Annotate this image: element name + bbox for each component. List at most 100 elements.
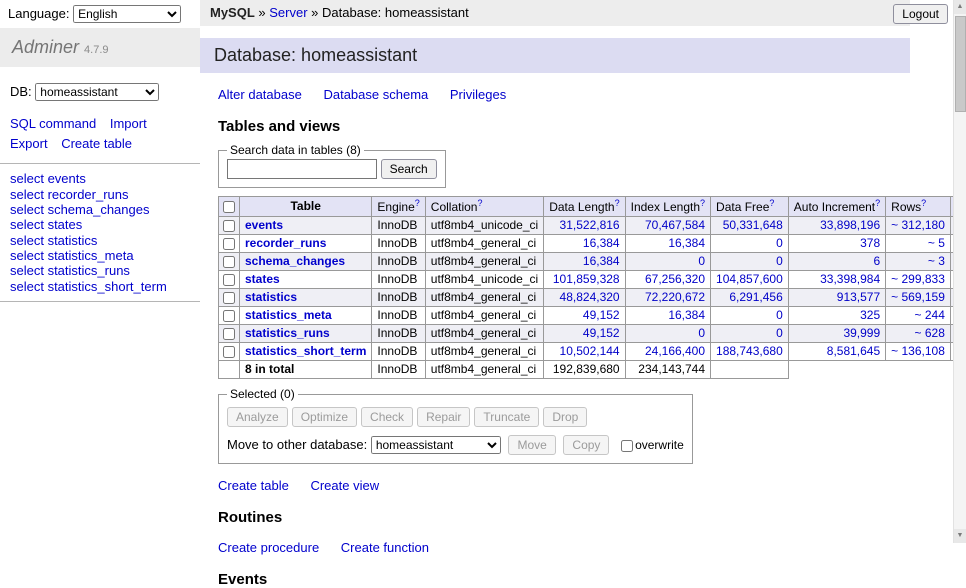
rows-cell: ~ 244: [886, 307, 951, 325]
copy-button[interactable]: Copy: [563, 435, 609, 455]
tables-table: TableEngine?Collation?Data Length?Index …: [218, 196, 966, 379]
index-length-cell: 16,384: [625, 307, 710, 325]
total-data-length-cell: 192,839,680: [544, 361, 625, 379]
total-trailing-empty-cell: [711, 361, 789, 379]
table-name-cell: statistics_short_term: [240, 343, 372, 361]
selected-legend: Selected (0): [227, 387, 298, 401]
engine-cell: InnoDB: [372, 307, 425, 325]
scroll-up-icon[interactable]: ▲: [954, 0, 966, 14]
overwrite-checkbox[interactable]: [621, 440, 633, 452]
search-button[interactable]: Search: [381, 159, 437, 179]
app-name: Adminer: [12, 37, 79, 57]
optimize-button[interactable]: Optimize: [292, 407, 357, 427]
analyze-button[interactable]: Analyze: [227, 407, 288, 427]
sidebar-link-select-statistics-short-term[interactable]: select statistics_short_term: [10, 279, 200, 294]
tables-section-title: Tables and views: [218, 118, 910, 135]
breadcrumb-server[interactable]: Server: [269, 5, 307, 20]
table-link-recorder_runs[interactable]: recorder_runs: [245, 236, 326, 250]
select-all-checkbox[interactable]: [223, 201, 235, 213]
link-create-function[interactable]: Create function: [341, 540, 429, 555]
help-link-collation[interactable]: ?: [477, 198, 482, 208]
data-free-cell: 0: [711, 307, 789, 325]
checkbox-statistics[interactable]: [223, 292, 235, 304]
checkbox-statistics_short_term[interactable]: [223, 346, 235, 358]
data-free-cell: 6,291,456: [711, 289, 789, 307]
sidebar-action-export[interactable]: Export: [10, 136, 48, 151]
collation-cell: utf8mb4_general_ci: [425, 307, 543, 325]
checkbox-states[interactable]: [223, 274, 235, 286]
link-create-procedure[interactable]: Create procedure: [218, 540, 319, 555]
index-length-cell: 24,166,400: [625, 343, 710, 361]
routine-links: Create procedure Create function: [218, 540, 910, 555]
link-create-view[interactable]: Create view: [310, 478, 379, 493]
engine-cell: InnoDB: [372, 253, 425, 271]
checkbox-statistics_meta[interactable]: [223, 310, 235, 322]
sidebar-link-select-recorder-runs[interactable]: select recorder_runs: [10, 187, 200, 202]
help-link-data-length[interactable]: ?: [615, 198, 620, 208]
table-link-schema_changes[interactable]: schema_changes: [245, 254, 345, 268]
help-link-data-free[interactable]: ?: [769, 198, 774, 208]
truncate-button[interactable]: Truncate: [474, 407, 539, 427]
checkbox-schema_changes[interactable]: [223, 256, 235, 268]
index-length-cell: 0: [625, 325, 710, 343]
column-header-index-length: Index Length?: [625, 197, 710, 217]
table-link-statistics_short_term[interactable]: statistics_short_term: [245, 344, 366, 358]
data-length-cell: 49,152: [544, 307, 625, 325]
help-link-rows[interactable]: ?: [921, 198, 926, 208]
overwrite-option[interactable]: overwrite: [619, 438, 684, 452]
data-free-cell: 188,743,680: [711, 343, 789, 361]
sidebar-link-select-schema-changes[interactable]: select schema_changes: [10, 202, 200, 217]
table-link-statistics_runs[interactable]: statistics_runs: [245, 326, 330, 340]
data-free-cell: 50,331,648: [711, 217, 789, 235]
sidebar-action-create-table[interactable]: Create table: [61, 136, 132, 151]
sidebar-link-select-statistics-meta[interactable]: select statistics_meta: [10, 248, 200, 263]
sidebar-action-sql-command[interactable]: SQL command: [10, 116, 96, 131]
auto-increment-cell: 6: [788, 253, 885, 271]
drop-button[interactable]: Drop: [543, 407, 587, 427]
collation-cell: utf8mb4_unicode_ci: [425, 217, 543, 235]
table-link-statistics_meta[interactable]: statistics_meta: [245, 308, 332, 322]
checkbox-statistics_runs[interactable]: [223, 328, 235, 340]
logout-button[interactable]: Logout: [893, 4, 948, 24]
index-length-cell: 16,384: [625, 235, 710, 253]
scroll-down-icon[interactable]: ▼: [954, 529, 966, 543]
table-link-states[interactable]: states: [245, 272, 280, 286]
table-row-statistics_meta: statistics_meta InnoDButf8mb4_general_ci4…: [219, 307, 966, 325]
sidebar-action-import[interactable]: Import: [110, 116, 147, 131]
table-link-events[interactable]: events: [245, 218, 283, 232]
rows-cell: ~ 312,180: [886, 217, 951, 235]
db-link-privileges[interactable]: Privileges: [450, 87, 506, 102]
engine-cell: InnoDB: [372, 217, 425, 235]
sidebar-link-select-statistics[interactable]: select statistics: [10, 233, 200, 248]
breadcrumb-database-homeassistant: Database: homeassistant: [322, 5, 469, 20]
sidebar-link-select-states[interactable]: select states: [10, 217, 200, 232]
sidebar-link-select-events[interactable]: select events: [10, 171, 200, 186]
db-link-database-schema[interactable]: Database schema: [323, 87, 428, 102]
column-header-auto-increment: Auto Increment?: [788, 197, 885, 217]
rows-cell: ~ 628: [886, 325, 951, 343]
checkbox-events[interactable]: [223, 220, 235, 232]
db-link-alter-database[interactable]: Alter database: [218, 87, 302, 102]
scrollbar-thumb[interactable]: [955, 16, 966, 112]
checkbox-recorder_runs[interactable]: [223, 238, 235, 250]
sidebar-link-select-statistics-runs[interactable]: select statistics_runs: [10, 263, 200, 278]
move-db-select[interactable]: homeassistant: [371, 436, 501, 454]
help-link-index-length[interactable]: ?: [700, 198, 705, 208]
table-name-cell: statistics: [240, 289, 372, 307]
search-input[interactable]: [227, 159, 377, 179]
data-length-cell: 16,384: [544, 253, 625, 271]
check-button[interactable]: Check: [361, 407, 413, 427]
help-link-engine[interactable]: ?: [415, 198, 420, 208]
link-create-table[interactable]: Create table: [218, 478, 289, 493]
breadcrumb-mysql[interactable]: MySQL: [210, 5, 255, 20]
move-button[interactable]: Move: [508, 435, 555, 455]
auto-increment-cell: 39,999: [788, 325, 885, 343]
engine-cell: InnoDB: [372, 235, 425, 253]
index-length-cell: 70,467,584: [625, 217, 710, 235]
language-select[interactable]: English: [73, 5, 181, 23]
table-link-statistics[interactable]: statistics: [245, 290, 297, 304]
vertical-scrollbar[interactable]: ▲ ▼: [953, 0, 966, 543]
repair-button[interactable]: Repair: [417, 407, 470, 427]
help-link-auto-increment[interactable]: ?: [875, 198, 880, 208]
db-select[interactable]: homeassistant: [35, 83, 159, 101]
